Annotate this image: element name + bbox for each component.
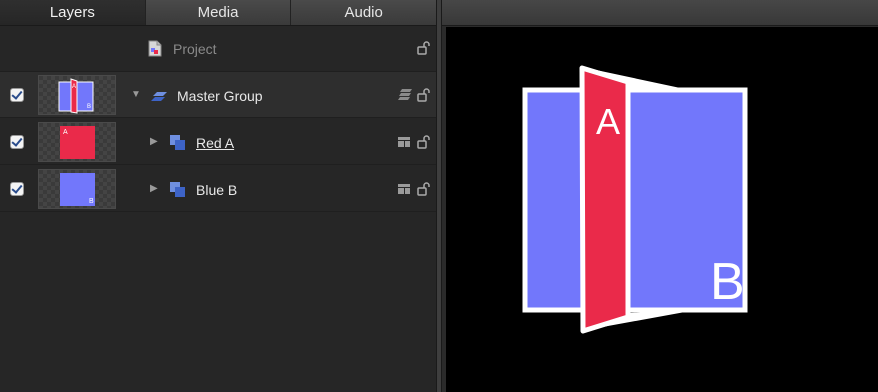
canvas-panel: B A <box>442 0 878 392</box>
canvas-letter-b: B <box>710 253 745 311</box>
project-label: Project <box>173 41 217 57</box>
layer-thumbnail: A <box>38 122 116 162</box>
unlock-icon[interactable] <box>417 135 431 149</box>
thumb-letter-b: B <box>87 104 91 110</box>
tab-media[interactable]: Media <box>146 0 292 25</box>
thumb-letter-a: A <box>63 129 68 136</box>
layer-label[interactable]: Red A <box>196 135 234 151</box>
image-layer-icon <box>170 135 185 150</box>
tab-layers[interactable]: Layers <box>0 0 146 25</box>
group-layers-icon <box>151 92 167 101</box>
unlock-icon[interactable] <box>417 88 431 102</box>
layer-thumbnail: A B <box>38 75 116 115</box>
canvas-letter-a: A <box>596 101 620 142</box>
blue-b-thumbnail: B <box>60 173 95 206</box>
master-group-thumbnail: A B <box>58 78 94 114</box>
visibility-checkbox[interactable] <box>10 182 24 196</box>
project-document-icon <box>148 40 162 57</box>
tab-audio[interactable]: Audio <box>291 0 436 25</box>
disclosure-triangle-down-icon[interactable]: ▼ <box>131 89 141 100</box>
image-layer-icon <box>170 182 185 197</box>
layer-row-master-group[interactable]: A B ▼ Master Group <box>0 72 436 118</box>
visibility-checkbox[interactable] <box>10 135 24 149</box>
layer-row-red-a[interactable]: A ▶ Red A <box>0 119 436 165</box>
canvas-viewer[interactable]: B A <box>446 27 878 392</box>
red-a-thumbnail: A <box>60 126 95 159</box>
blend-mode-icon[interactable] <box>397 88 413 102</box>
layer-thumbnail: B <box>38 169 116 209</box>
thumb-letter-b: B <box>89 198 94 205</box>
project-row[interactable]: Project <box>0 26 436 72</box>
blend-mode-icon[interactable] <box>397 135 413 149</box>
unlock-icon[interactable] <box>417 41 431 55</box>
canvas-composition: B A <box>522 65 748 334</box>
layer-label[interactable]: Blue B <box>196 182 237 198</box>
motion-app: Layers Media Audio Project A B ▼ Master … <box>0 0 878 392</box>
layer-row-blue-b[interactable]: B ▶ Blue B <box>0 166 436 212</box>
blend-mode-icon[interactable] <box>397 182 413 196</box>
disclosure-triangle-right-icon[interactable]: ▶ <box>150 136 158 147</box>
visibility-checkbox[interactable] <box>10 88 24 102</box>
tab-bar: Layers Media Audio <box>0 0 436 26</box>
layer-label[interactable]: Master Group <box>177 88 263 104</box>
canvas-header <box>442 0 878 26</box>
thumb-letter-a: A <box>72 84 76 90</box>
layers-panel: Layers Media Audio Project A B ▼ Master … <box>0 0 436 392</box>
unlock-icon[interactable] <box>417 182 431 196</box>
disclosure-triangle-right-icon[interactable]: ▶ <box>150 183 158 194</box>
